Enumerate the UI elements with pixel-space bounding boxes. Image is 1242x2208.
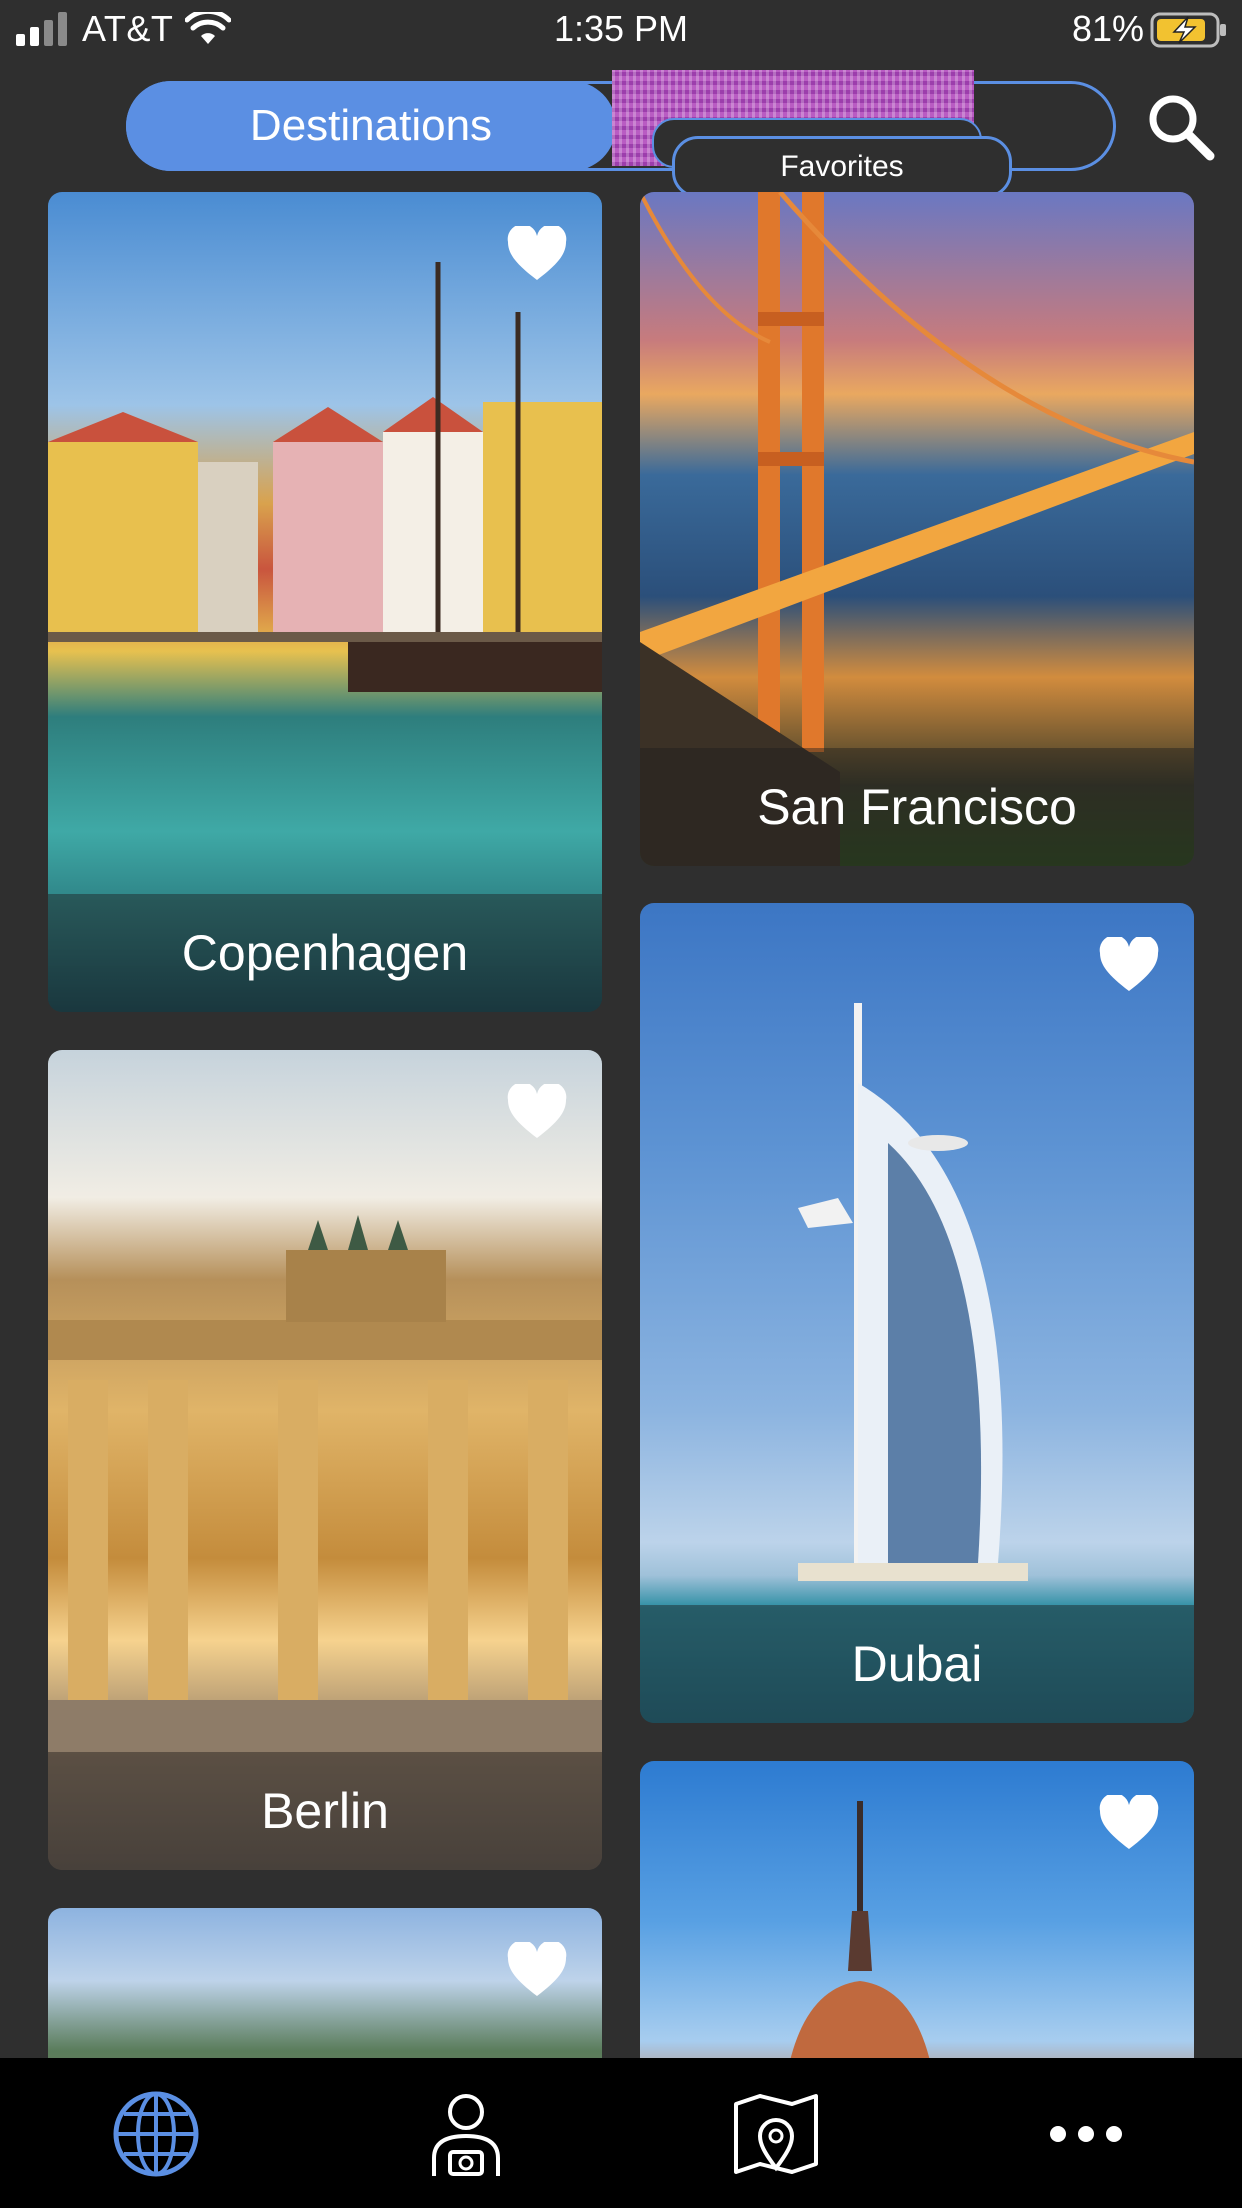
clock: 1:35 PM — [553, 8, 689, 49]
destination-name: San Francisco — [640, 748, 1194, 866]
favorite-heart-icon[interactable] — [506, 1942, 568, 1998]
search-icon[interactable] — [1146, 92, 1216, 162]
favorite-heart-icon[interactable] — [506, 226, 568, 282]
destination-photo — [48, 1215, 602, 1752]
globe-icon — [113, 2091, 199, 2177]
destination-card-dubai[interactable]: Dubai — [640, 903, 1194, 1723]
battery-charging-icon — [1150, 12, 1226, 48]
destination-card-san-francisco[interactable]: San Francisco — [640, 192, 1194, 866]
destination-name: Copenhagen — [48, 894, 602, 1012]
tab-destinations-globe[interactable] — [106, 2088, 206, 2180]
favorite-heart-icon[interactable] — [506, 1084, 568, 1140]
favorite-heart-icon[interactable] — [1098, 1795, 1160, 1851]
destination-card-copenhagen[interactable]: Copenhagen — [48, 192, 602, 1012]
tab-traveler[interactable] — [416, 2088, 516, 2180]
bottom-tab-bar — [0, 2058, 1242, 2208]
tab-more[interactable] — [1036, 2088, 1136, 2180]
map-pin-icon — [734, 2094, 818, 2174]
tab-favorites[interactable]: Favorites — [672, 136, 1012, 198]
destination-card-berlin[interactable]: Berlin — [48, 1050, 602, 1870]
status-bar: AT&T 1:35 PM 81% — [0, 0, 1242, 60]
battery-percent: 81% — [1071, 8, 1144, 49]
favorite-heart-icon[interactable] — [1098, 937, 1160, 993]
destination-photo — [48, 262, 602, 692]
destination-name: Berlin — [48, 1752, 602, 1870]
destination-name: Dubai — [640, 1605, 1194, 1723]
destination-photo — [798, 1003, 1028, 1581]
traveler-camera-icon — [432, 2094, 500, 2176]
tab-map[interactable] — [726, 2088, 826, 2180]
tab-destinations[interactable]: Destinations — [126, 81, 616, 171]
more-icon — [1050, 2126, 1122, 2142]
